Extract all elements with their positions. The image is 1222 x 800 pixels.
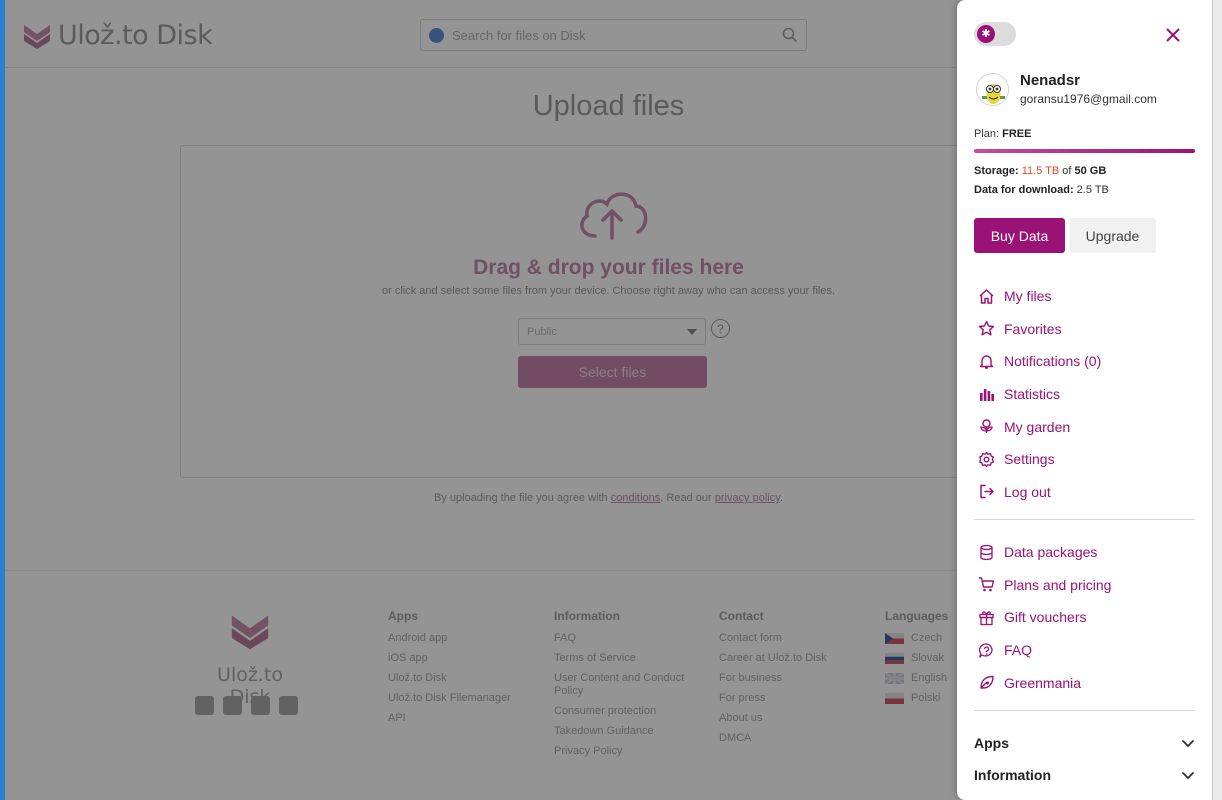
menu-item-label: Plans and pricing bbox=[1004, 576, 1112, 593]
flower-icon bbox=[980, 419, 993, 434]
accordion-label: Apps bbox=[974, 735, 1009, 751]
star-icon bbox=[978, 321, 995, 336]
menu-item-label: Settings bbox=[1004, 451, 1055, 468]
window-frame-left bbox=[0, 0, 5, 800]
storage-total: 50 GB bbox=[1074, 165, 1107, 177]
storage-progress-fill bbox=[974, 149, 1195, 153]
user-name: Nenadsr bbox=[1020, 72, 1081, 89]
menu-item-label: FAQ bbox=[1004, 642, 1033, 659]
menu-item-label: My files bbox=[1004, 288, 1052, 305]
upgrade-button[interactable]: Upgrade bbox=[1069, 218, 1156, 253]
menu-item-settings[interactable]: Settings bbox=[978, 443, 1101, 476]
storage-of: of bbox=[1062, 165, 1072, 177]
main-menu: My files Favorites Notifications (0) Sta… bbox=[978, 280, 1101, 508]
plan-value: FREE bbox=[1002, 128, 1032, 140]
menu-item-label: Log out bbox=[1004, 483, 1051, 500]
download-info: Data for download: 2.5 TB bbox=[974, 184, 1109, 196]
storage-progress-bar bbox=[974, 149, 1195, 153]
menu-item-gift-vouchers[interactable]: Gift vouchers bbox=[978, 601, 1111, 634]
menu-item-data-packages[interactable]: Data packages bbox=[978, 536, 1111, 569]
menu-item-statistics[interactable]: Statistics bbox=[978, 378, 1101, 411]
cart-icon bbox=[979, 577, 995, 592]
menu-item-faq[interactable]: FAQ bbox=[978, 634, 1111, 667]
menu-item-greenmania[interactable]: Greenmania bbox=[978, 666, 1111, 699]
menu-item-notifications[interactable]: Notifications (0) bbox=[978, 345, 1101, 378]
menu-item-favorites[interactable]: Favorites bbox=[978, 313, 1101, 346]
user-side-panel: ✱ Nenadsr goransu1976@gmail.com Plan: FR… bbox=[957, 0, 1213, 800]
menu-item-label: Notifications (0) bbox=[1004, 353, 1102, 370]
database-icon bbox=[980, 544, 993, 560]
storage-label: Storage: bbox=[974, 165, 1019, 177]
menu-item-label: Gift vouchers bbox=[1004, 609, 1087, 626]
download-label: Data for download: bbox=[974, 184, 1074, 196]
accordion-information[interactable]: Information bbox=[974, 764, 1195, 786]
menu-divider bbox=[974, 519, 1195, 520]
menu-item-label: Data packages bbox=[1004, 544, 1098, 561]
menu-item-label: My garden bbox=[1004, 418, 1071, 435]
theme-toggle[interactable]: ✱ bbox=[974, 22, 1016, 46]
bell-icon bbox=[979, 355, 994, 369]
theme-toggle-knob-icon: ✱ bbox=[977, 25, 995, 43]
help-bubble-icon bbox=[978, 642, 993, 658]
menu-item-label: Statistics bbox=[1004, 386, 1061, 403]
avatar[interactable] bbox=[976, 72, 1009, 106]
menu-item-my-files[interactable]: My files bbox=[978, 280, 1101, 313]
storage-info: Storage: 11.5 TB of 50 GB bbox=[974, 165, 1106, 177]
home-icon bbox=[979, 289, 994, 304]
user-email: goransu1976@gmail.com bbox=[1020, 92, 1157, 106]
accordion-apps[interactable]: Apps bbox=[974, 732, 1195, 754]
buy-data-button[interactable]: Buy Data bbox=[974, 218, 1065, 253]
window-scrollbar[interactable] bbox=[1212, 0, 1222, 800]
plan-label: Plan: bbox=[974, 128, 1000, 140]
menu-item-my-garden[interactable]: My garden bbox=[978, 410, 1101, 443]
bar-chart-icon bbox=[980, 388, 994, 401]
download-value: 2.5 TB bbox=[1076, 184, 1109, 196]
gear-icon bbox=[979, 451, 994, 467]
user-info: Nenadsr goransu1976@gmail.com bbox=[976, 72, 1157, 106]
menu-item-label: Favorites bbox=[1004, 320, 1062, 337]
menu-item-label: Greenmania bbox=[1004, 674, 1082, 691]
plan-info: Plan: FREE bbox=[974, 128, 1031, 140]
leaf-icon bbox=[980, 675, 994, 689]
menu-divider bbox=[974, 710, 1195, 711]
chevron-down-icon bbox=[1181, 739, 1195, 747]
accordion-label: Information bbox=[974, 767, 1051, 783]
menu-item-log-out[interactable]: Log out bbox=[978, 476, 1101, 509]
avatar-image bbox=[977, 73, 1008, 105]
logout-icon bbox=[980, 485, 994, 499]
chevron-down-icon bbox=[1181, 771, 1195, 779]
storage-used: 11.5 TB bbox=[1021, 165, 1060, 177]
gift-icon bbox=[979, 611, 994, 626]
menu-item-plans-and-pricing[interactable]: Plans and pricing bbox=[978, 569, 1111, 602]
secondary-menu: Data packages Plans and pricing Gift vou… bbox=[978, 536, 1111, 699]
close-icon[interactable] bbox=[1163, 25, 1183, 45]
